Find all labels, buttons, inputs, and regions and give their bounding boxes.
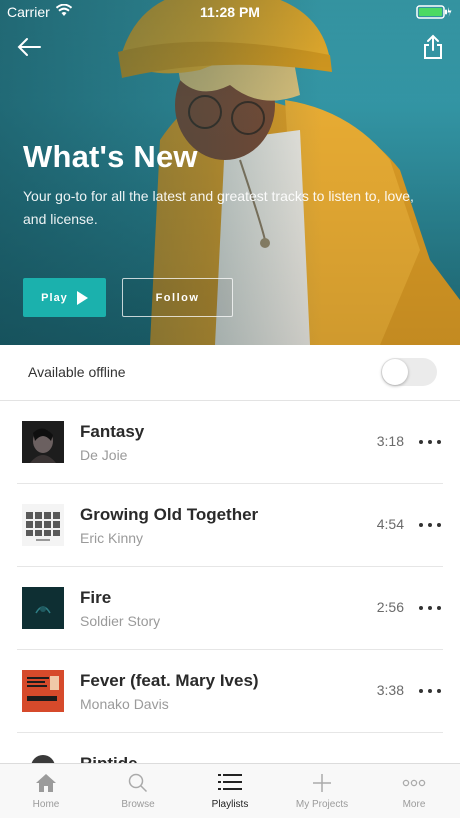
track-duration: 2:56 [376,599,404,615]
play-button-label: Play [41,291,68,304]
track-row[interactable]: Fire Soldier Story 2:56 [17,567,443,650]
toggle-knob [382,359,408,385]
more-options-icon[interactable] [419,600,441,616]
home-icon [36,774,56,792]
track-artist: Eric Kinny [80,530,144,546]
track-artist: De Joie [80,447,128,463]
track-row[interactable]: Fantasy De Joie 3:18 [17,401,443,484]
page-description: Your go-to for all the latest and greate… [23,188,414,227]
tab-label: Playlists [211,799,249,810]
more-options-icon[interactable] [419,434,441,450]
track-title: Fever (feat. Mary Ives) [80,671,259,690]
offline-label: Available offline [28,364,126,380]
track-artist: Soldier Story [80,613,161,629]
page-title: What's New [23,139,198,174]
album-art [22,421,64,463]
tab-label: More [402,799,426,810]
tab-my-projects[interactable]: My Projects [276,764,368,818]
track-title: Fantasy [80,422,145,441]
track-list: Fantasy De Joie 3:18 Growing Old Togethe… [0,401,460,795]
hero-banner: Carrier 11:28 PM What's New Your go-to f… [0,0,460,345]
tab-label: Home [32,799,60,810]
track-title: Fire [80,588,112,607]
more-options-icon[interactable] [419,517,441,533]
play-icon [76,290,88,305]
tab-browse[interactable]: Browse [92,764,184,818]
back-arrow-icon[interactable] [16,34,44,60]
track-duration: 3:38 [376,682,404,698]
battery-icon [416,5,452,19]
tab-label: Browse [121,799,155,810]
plus-icon [313,774,331,792]
share-icon[interactable] [422,34,444,60]
play-button[interactable]: Play [23,278,106,317]
playlists-icon [218,774,242,790]
more-options-icon[interactable] [419,683,441,699]
track-duration: 4:54 [376,516,404,532]
track-row[interactable]: Fever (feat. Mary Ives) Monako Davis 3:3… [17,650,443,733]
track-artist: Monako Davis [80,696,169,712]
track-row[interactable]: Growing Old Together Eric Kinny 4:54 [17,484,443,567]
search-icon [128,773,148,793]
follow-button[interactable]: Follow [122,278,233,317]
album-art [22,670,64,712]
tab-playlists[interactable]: Playlists [184,764,276,818]
tab-bar: Home Browse Playlists My Projects More [0,763,460,818]
status-bar: Carrier 11:28 PM [0,0,460,24]
track-title: Growing Old Together [80,505,259,524]
tab-label: My Projects [295,799,349,810]
track-duration: 3:18 [376,433,404,449]
status-time: 11:28 PM [200,4,260,20]
album-art [22,504,64,546]
tab-more[interactable]: More [368,764,460,818]
more-icon [402,779,426,787]
album-art [22,587,64,629]
tab-home[interactable]: Home [0,764,92,818]
offline-toggle[interactable] [381,358,437,386]
offline-setting-row: Available offline [0,345,460,401]
